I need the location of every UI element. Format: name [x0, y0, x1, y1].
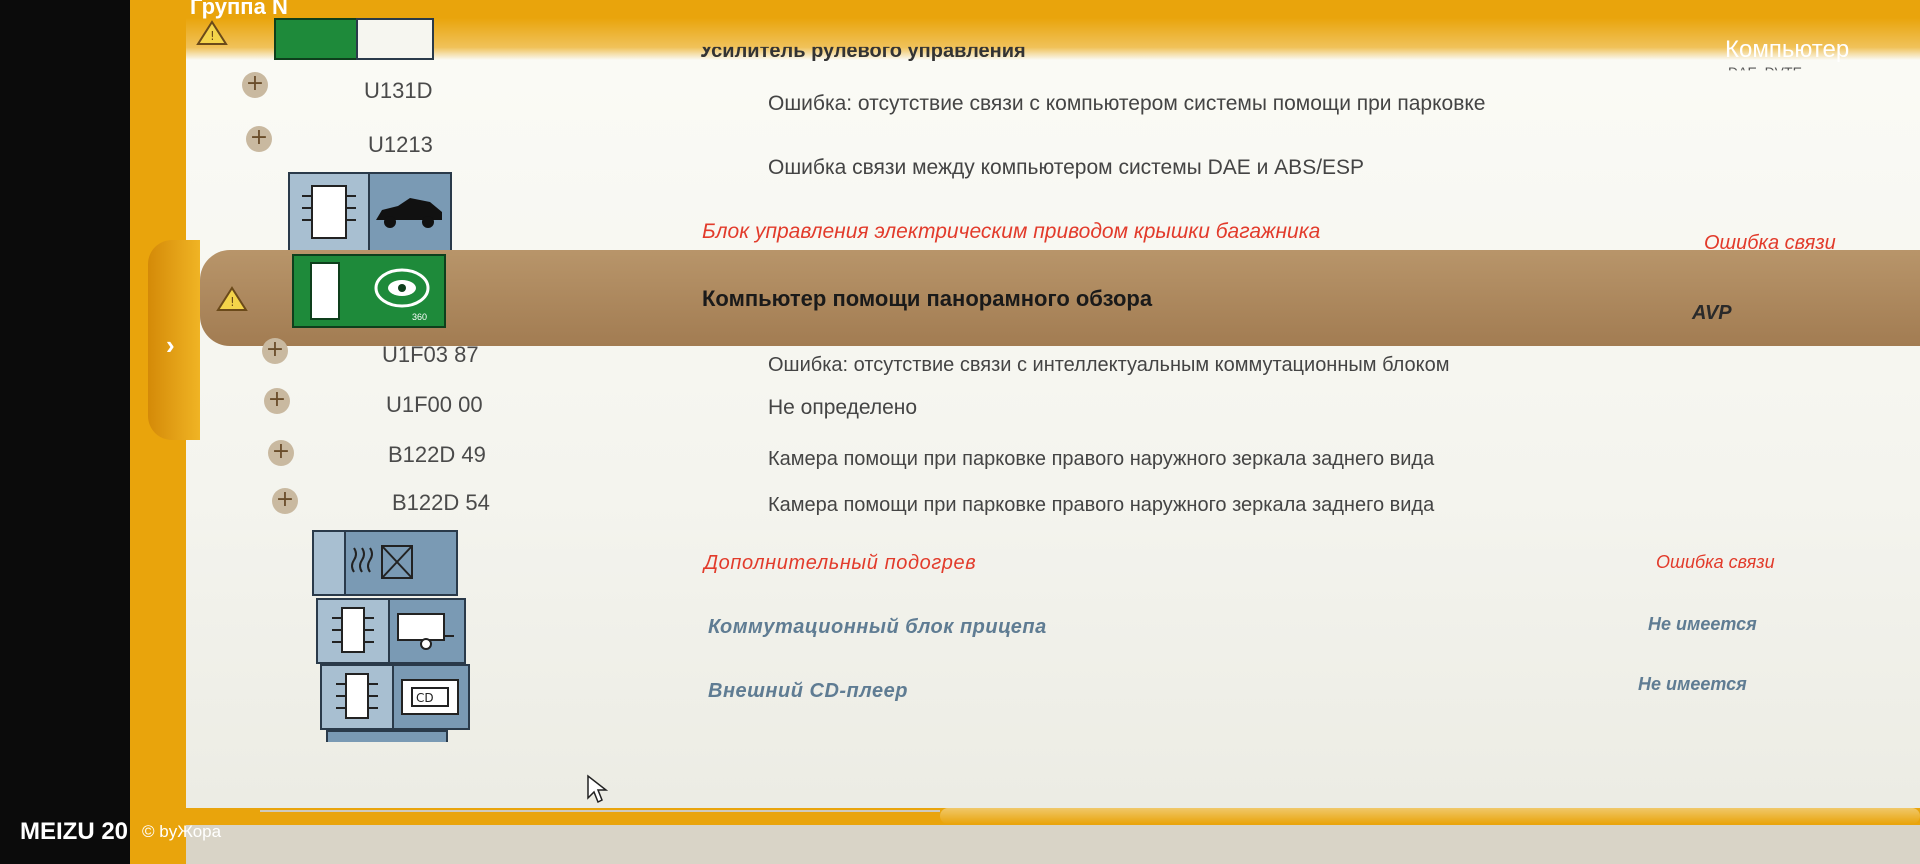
fault-description: Камера помощи при парковке правого наруж… [768, 494, 1435, 516]
unit-status: Не имеется [1648, 614, 1757, 634]
selected-unit-name: Компьютер помощи панорамного обзора [702, 286, 1153, 311]
360-camera-unit-icon-box[interactable]: 360 [292, 254, 446, 328]
expand-plus-icon[interactable]: + [262, 338, 288, 364]
360-camera-icon [374, 268, 430, 308]
cd-player-unit-icon-box[interactable]: CD [320, 664, 470, 730]
fault-code: U1F00 00 [386, 392, 483, 417]
trailer-icon [397, 613, 454, 650]
fault-description: Ошибка: отсутствие связи с интеллектуаль… [768, 354, 1450, 376]
unit-name[interactable]: Блок управления электрическим приводом к… [702, 220, 1320, 244]
heater-icon [351, 545, 413, 579]
divider [260, 810, 940, 812]
unit-name[interactable]: Внешний CD-плеер [708, 680, 908, 703]
header-column-label: Компьютер [1725, 36, 1850, 63]
trailer-unit-icon-box[interactable] [316, 598, 466, 664]
unit-name[interactable]: Коммутационный блок прицепа [708, 616, 1047, 639]
chevron-right-icon[interactable]: › [166, 330, 175, 361]
cd-player-icon: CD [401, 679, 459, 715]
watermark-author: © byЖора [142, 822, 222, 841]
fault-code: B122D 49 [388, 442, 486, 467]
selected-unit-code: AVP [1692, 302, 1732, 324]
steering-unit-icon[interactable] [274, 18, 358, 60]
partial-unit-icon-box[interactable] [326, 730, 448, 742]
car-icon [376, 198, 442, 228]
expand-plus-icon[interactable]: + [268, 440, 294, 466]
svg-text:CD: CD [416, 691, 434, 705]
mouse-cursor-icon [587, 774, 608, 804]
bottom-bar [186, 825, 1920, 864]
unit-status: Не имеется [1638, 674, 1747, 694]
ecu-chip-icon [290, 174, 370, 250]
warning-icon: ! [196, 20, 228, 45]
window-title: Группа N [190, 0, 288, 19]
trunk-unit-icon-box[interactable] [288, 172, 452, 252]
svg-text:!: ! [210, 29, 215, 43]
unit-status: Ошибка связи [1656, 552, 1775, 572]
expand-plus-icon[interactable]: + [242, 72, 268, 98]
watermark-brand: MEIZU 20 [20, 818, 129, 845]
steering-icon [356, 18, 434, 60]
ecu-chip-icon [310, 262, 340, 320]
ecu-chip-icon [322, 666, 394, 728]
fault-description: Ошибка связи между компьютером системы D… [768, 156, 1365, 179]
horizontal-scrollbar[interactable] [940, 808, 1920, 824]
header-band [186, 18, 1920, 60]
warning-icon: ! [216, 286, 248, 311]
fault-description: Ошибка: отсутствие связи с компьютером с… [768, 92, 1486, 115]
expand-plus-icon[interactable]: + [264, 388, 290, 414]
fault-description: Камера помощи при парковке правого наруж… [768, 448, 1435, 470]
expand-plus-icon[interactable]: + [272, 488, 298, 514]
camera-icon-label: 360 [412, 312, 428, 322]
fault-description: Не определено [768, 396, 918, 419]
ecu-chip-icon [318, 600, 390, 662]
fault-code: U1F03 87 [382, 342, 479, 367]
fault-code: U1213 [368, 132, 433, 157]
fault-code: U131D [364, 78, 433, 103]
unit-name[interactable]: Дополнительный подогрев [704, 552, 976, 575]
heater-unit-icon-box[interactable] [312, 530, 458, 596]
svg-text:!: ! [230, 295, 235, 309]
expand-plus-icon[interactable]: + [246, 126, 272, 152]
fault-code: B122D 54 [392, 490, 490, 515]
